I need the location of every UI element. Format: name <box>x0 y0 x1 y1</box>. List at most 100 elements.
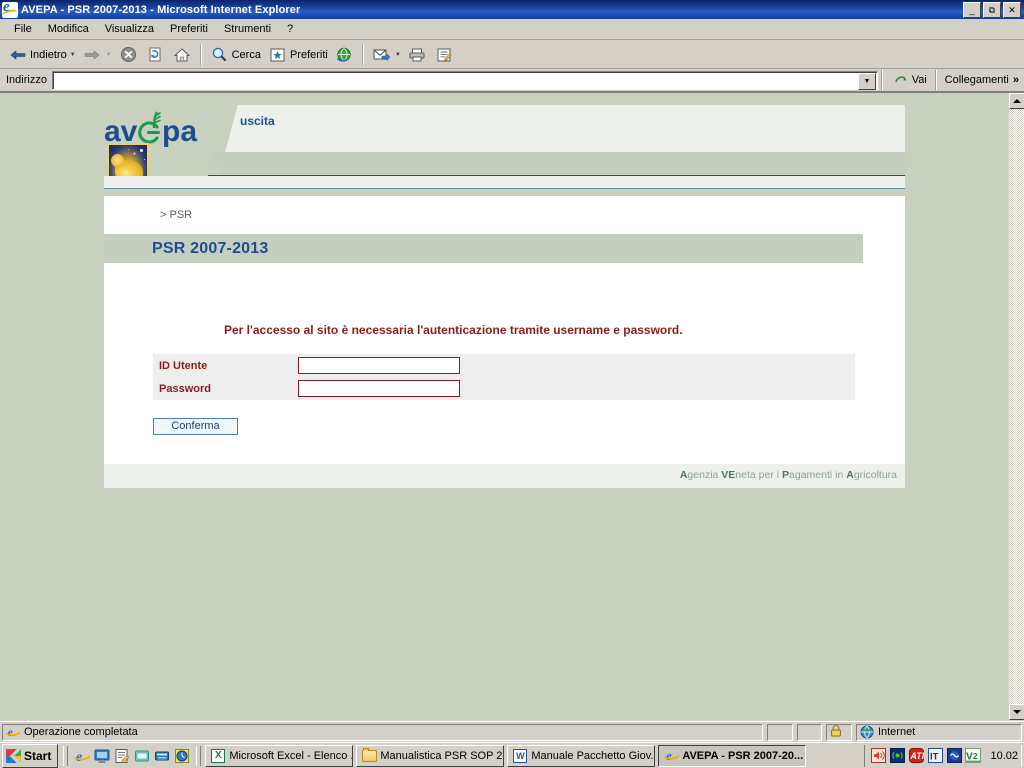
windows-flag-icon <box>6 748 21 763</box>
scroll-up-button[interactable] <box>1009 93 1024 109</box>
wireless-icon[interactable] <box>889 748 905 764</box>
address-bar: Indirizzo ▼ Vai Collegamenti » <box>0 69 1024 92</box>
ql-notepad-icon[interactable] <box>113 747 131 765</box>
footer-genzia: genzia <box>687 469 722 481</box>
edit-button[interactable] <box>431 43 458 67</box>
start-button[interactable]: Start <box>2 743 59 768</box>
uscita-link[interactable]: uscita <box>240 114 275 128</box>
menu-item-help[interactable]: ? <box>279 21 301 37</box>
password-field-cell <box>298 380 468 397</box>
chevron-down-icon: ▼ <box>863 77 871 85</box>
id-utente-input[interactable] <box>298 357 460 374</box>
tasks-grip[interactable] <box>196 745 202 766</box>
stop-button[interactable] <box>115 43 142 67</box>
status-security-pane <box>826 723 852 741</box>
task-label-manualistica: Manualistica PSR SOP 2... <box>380 749 505 762</box>
svg-text:e: e <box>666 748 672 763</box>
page-vertical-scrollbar[interactable] <box>1008 93 1024 720</box>
status-pane-2 <box>796 723 823 741</box>
svg-text:IT: IT <box>930 752 939 763</box>
ql-media-icon[interactable] <box>133 747 151 765</box>
back-button[interactable]: Indietro ▼ <box>4 43 79 67</box>
links-chevron-icon[interactable]: » <box>1013 74 1019 86</box>
toolbar-separator-2 <box>361 44 364 65</box>
home-button[interactable] <box>169 43 196 67</box>
task-button-manuale-word[interactable]: W Manuale Pacchetto Giov... <box>507 744 656 767</box>
ql-calculator-icon[interactable] <box>153 747 171 765</box>
address-input[interactable] <box>58 72 877 88</box>
ie-icon: e <box>663 748 679 764</box>
mail-icon <box>371 44 392 65</box>
stop-icon <box>118 44 139 65</box>
task-button-manualistica[interactable]: Manualistica PSR SOP 2... <box>356 744 505 767</box>
volume-icon[interactable] <box>870 748 886 764</box>
history-globe-icon <box>334 44 355 65</box>
svg-text:ATI: ATI <box>909 751 924 761</box>
close-button[interactable]: ✕ <box>1003 2 1021 18</box>
status-zone-label: Internet <box>877 726 916 738</box>
browser-window: AVEPA - PSR 2007-2013 - Microsoft Intern… <box>0 0 1024 768</box>
back-dropdown-icon[interactable]: ▼ <box>70 52 76 58</box>
refresh-button[interactable] <box>142 43 169 67</box>
folder-icon <box>361 747 377 764</box>
menu-item-file[interactable]: File <box>6 21 40 37</box>
breadcrumb: > PSR <box>104 196 905 234</box>
ql-ie-icon[interactable]: e <box>73 747 91 765</box>
browser-client-area: av pa uscita > PSR PSR 2007-2013 Per l'a… <box>0 92 1024 720</box>
ql-clock-icon[interactable] <box>173 747 191 765</box>
word-icon: W <box>512 748 528 764</box>
ati-icon[interactable]: ATI <box>908 748 924 764</box>
footer-agamenti: agamenti in <box>789 469 847 481</box>
svg-text:2: 2 <box>973 752 978 761</box>
taskbar-clock[interactable]: 10.02 <box>990 750 1018 762</box>
favorites-star-icon <box>267 44 288 65</box>
menu-item-strumenti[interactable]: Strumenti <box>216 21 279 37</box>
password-input[interactable] <box>298 380 460 397</box>
breadcrumb-link-psr[interactable]: > PSR <box>160 209 192 221</box>
keyboard-layout-icon[interactable]: IT <box>927 748 943 764</box>
footer-p: P <box>782 469 790 481</box>
login-panel: Per l'accesso al sito è necessaria l'aut… <box>104 263 905 463</box>
search-button[interactable]: Cerca <box>206 43 264 67</box>
search-icon <box>209 44 230 65</box>
task-button-excel[interactable]: X Microsoft Excel - Elenco ... <box>205 744 354 767</box>
menu-item-modifica[interactable]: Modifica <box>40 21 97 37</box>
mail-dropdown-icon[interactable]: ▼ <box>395 52 401 58</box>
scroll-down-icon <box>1013 710 1021 714</box>
v2-icon[interactable]: V 2 <box>965 748 982 764</box>
status-message-pane: e Operazione completata <box>2 723 764 741</box>
id-utente-label: ID Utente <box>159 359 208 372</box>
restore-button[interactable]: ⧉ <box>983 2 1001 18</box>
menu-item-preferiti[interactable]: Preferiti <box>162 21 216 37</box>
login-instructions: Per l'accesso al sito è necessaria l'aut… <box>224 323 683 337</box>
network-icon[interactable] <box>946 748 962 764</box>
forward-button[interactable]: ▼ <box>79 43 115 67</box>
header-strip <box>104 176 905 188</box>
address-dropdown-button[interactable]: ▼ <box>857 72 876 90</box>
conferma-button[interactable]: Conferma <box>153 418 238 435</box>
forward-dropdown-icon[interactable]: ▼ <box>106 52 112 58</box>
links-separator <box>934 70 937 90</box>
ql-show-desktop-icon[interactable] <box>93 747 111 765</box>
go-button[interactable]: Vai <box>886 70 932 91</box>
address-input-wrapper[interactable]: ▼ <box>51 70 878 90</box>
form-row-password: Password <box>153 377 855 400</box>
scroll-up-icon <box>1013 99 1021 103</box>
site-header: av pa uscita <box>104 105 905 196</box>
minimize-button[interactable]: _ <box>963 2 981 18</box>
quicklaunch-grip[interactable] <box>63 745 69 766</box>
task-label-avepa-ie: AVEPA - PSR 2007-20... <box>682 749 804 762</box>
internet-zone-icon <box>860 725 874 739</box>
scroll-down-button[interactable] <box>1009 704 1024 720</box>
system-tray: ATI IT V 2 10.02 <box>864 744 1022 767</box>
favorites-button[interactable]: Preferiti <box>264 43 331 67</box>
mail-button[interactable]: ▼ <box>368 43 404 67</box>
print-button[interactable] <box>404 43 431 67</box>
history-button[interactable] <box>331 43 358 67</box>
menu-item-visualizza[interactable]: Visualizza <box>97 21 162 37</box>
submit-row: Conferma <box>153 418 238 435</box>
task-label-excel: Microsoft Excel - Elenco ... <box>229 749 354 762</box>
links-button[interactable]: Collegamenti » <box>940 70 1024 91</box>
task-button-avepa-ie[interactable]: e AVEPA - PSR 2007-20... <box>658 744 807 767</box>
edit-page-icon <box>434 44 455 65</box>
